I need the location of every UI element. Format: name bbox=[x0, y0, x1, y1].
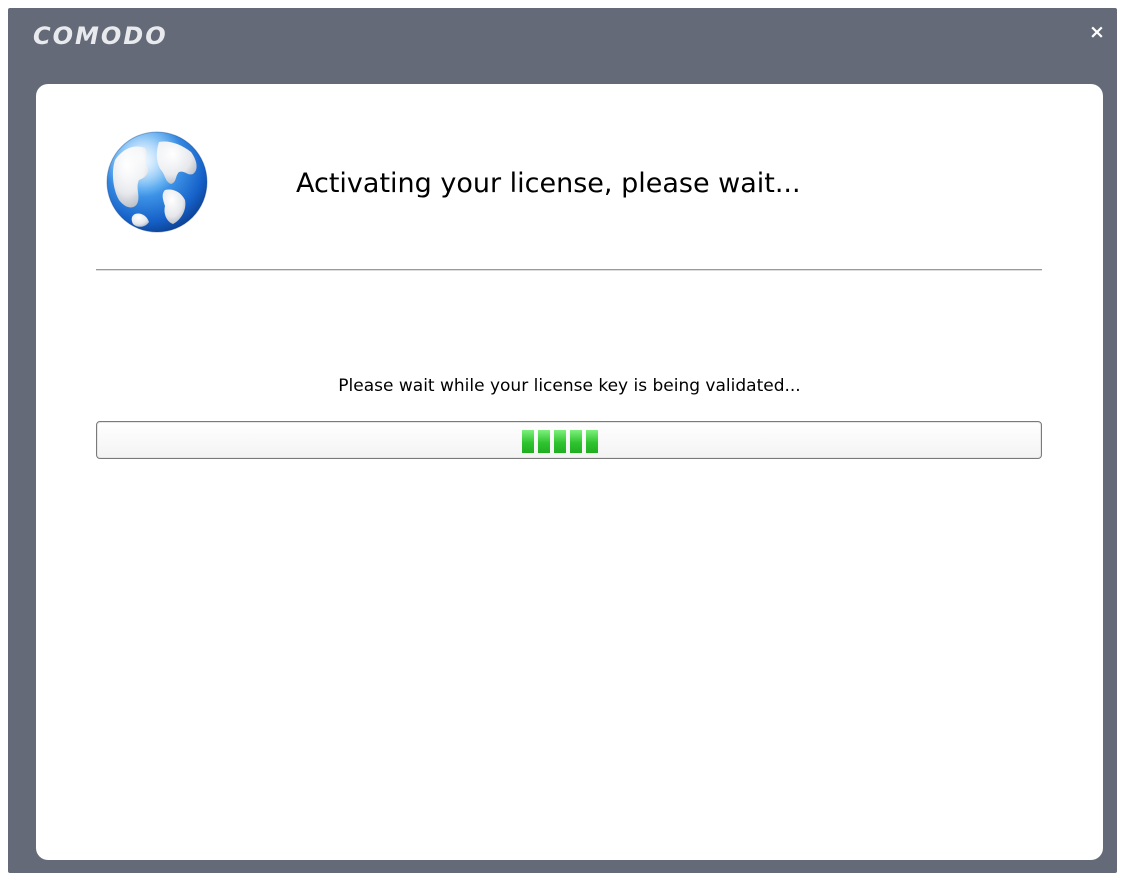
progress-chunk bbox=[522, 430, 534, 453]
activation-dialog: COMODO × Activating your license, please… bbox=[8, 8, 1117, 873]
progress-chunk bbox=[586, 430, 598, 453]
divider bbox=[96, 269, 1042, 271]
progress-chunk bbox=[570, 430, 582, 453]
progress-bar bbox=[96, 421, 1042, 459]
progress-indicator bbox=[522, 430, 598, 453]
progress-chunk bbox=[538, 430, 550, 453]
progress-chunk bbox=[554, 430, 566, 453]
close-button[interactable]: × bbox=[1085, 20, 1109, 44]
content-panel: Activating your license, please wait... … bbox=[36, 84, 1103, 860]
status-message: Please wait while your license key is be… bbox=[338, 376, 801, 396]
page-title: Activating your license, please wait... bbox=[296, 168, 801, 199]
comodo-logo: COMODO bbox=[33, 22, 168, 50]
globe-icon bbox=[106, 131, 208, 233]
